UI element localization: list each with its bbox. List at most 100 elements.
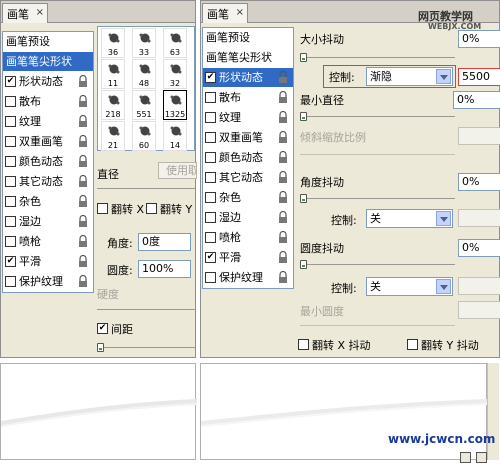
brush-option-row[interactable]: 保护纹理 <box>203 268 293 287</box>
brush-option-row[interactable]: 喷枪 <box>203 228 293 247</box>
brush-tip[interactable]: 36 <box>101 28 125 58</box>
lock-icon[interactable] <box>278 171 288 184</box>
roundness-input[interactable]: 100% <box>138 260 191 278</box>
slider-knob-icon[interactable] <box>300 260 307 269</box>
option-checkbox[interactable] <box>205 172 216 183</box>
option-checkbox[interactable]: ✔ <box>5 76 16 87</box>
flip-x-jitter-checkbox[interactable] <box>298 339 309 350</box>
brush-tip[interactable]: 21 <box>101 121 125 151</box>
lock-icon[interactable] <box>278 251 288 264</box>
brush-option-row[interactable]: 纹理 <box>3 112 93 131</box>
brush-option-row[interactable]: 其它动态 <box>3 172 93 191</box>
brush-tip[interactable]: 33 <box>132 28 156 58</box>
brush-option-row[interactable]: ✔ 形状动态 <box>3 72 93 91</box>
option-checkbox[interactable] <box>5 236 16 247</box>
roundness-jitter-input[interactable]: 0% <box>458 239 500 257</box>
lock-icon[interactable] <box>78 235 88 248</box>
flip-y-checkbox[interactable] <box>146 203 157 214</box>
new-brush-icon[interactable] <box>460 452 471 463</box>
brush-tip[interactable]: 63 <box>163 28 187 58</box>
brush-option-row[interactable]: 湿边 <box>203 208 293 227</box>
roundness-jitter-slider[interactable] <box>300 260 455 269</box>
brush-option-row[interactable]: 纹理 <box>203 108 293 127</box>
option-checkbox[interactable] <box>5 196 16 207</box>
brush-option-row[interactable]: 散布 <box>203 88 293 107</box>
lock-icon[interactable] <box>78 95 88 108</box>
brush-option-row[interactable]: 颜色动态 <box>3 152 93 171</box>
brush-tip[interactable]: 11 <box>101 59 125 89</box>
angle-jitter-input[interactable]: 0% <box>458 173 500 191</box>
lock-icon[interactable] <box>278 231 288 244</box>
lock-icon[interactable] <box>278 191 288 204</box>
option-checkbox[interactable] <box>205 212 216 223</box>
brush-tip[interactable]: 1325 <box>163 90 187 120</box>
option-checkbox[interactable]: ✔ <box>205 252 216 263</box>
angle-input[interactable]: 0度 <box>138 233 191 251</box>
slider-knob-icon[interactable] <box>300 112 307 121</box>
brush-option-row[interactable]: 保护纹理 <box>3 272 93 291</box>
spacing-checkbox[interactable]: ✔ <box>97 323 108 334</box>
chevron-down-icon[interactable] <box>436 211 451 226</box>
brush-option-row[interactable]: 杂色 <box>3 192 93 211</box>
lock-icon[interactable] <box>78 215 88 228</box>
option-checkbox[interactable] <box>205 152 216 163</box>
lock-icon[interactable] <box>78 135 88 148</box>
chevron-down-icon[interactable] <box>436 279 451 294</box>
brush-option-row[interactable]: ✔ 平滑 <box>3 252 93 271</box>
lock-icon[interactable] <box>278 151 288 164</box>
option-checkbox[interactable] <box>205 232 216 243</box>
slider-knob-icon[interactable] <box>300 53 307 62</box>
option-checkbox[interactable] <box>5 156 16 167</box>
option-checkbox[interactable] <box>205 132 216 143</box>
angle-jitter-slider[interactable] <box>300 194 455 203</box>
brush-tip[interactable]: 551 <box>132 90 156 120</box>
option-checkbox[interactable]: ✔ <box>205 72 216 83</box>
fade-steps-input[interactable]: 5500 <box>458 68 500 86</box>
brush-option-row[interactable]: ✔ 形状动态 <box>203 68 293 87</box>
flip-x-checkbox[interactable] <box>97 203 108 214</box>
option-checkbox[interactable] <box>5 176 16 187</box>
close-icon[interactable]: × <box>236 7 244 18</box>
brush-option-row[interactable]: 散布 <box>3 92 93 111</box>
brush-tip[interactable]: 218 <box>101 90 125 120</box>
roundness-control-select[interactable]: 关 <box>366 277 453 296</box>
lock-icon[interactable] <box>78 155 88 168</box>
brush-option-row[interactable]: 杂色 <box>203 188 293 207</box>
brush-option-row[interactable]: ✔ 平滑 <box>203 248 293 267</box>
size-jitter-input[interactable]: 0% <box>458 30 500 48</box>
brush-option-row[interactable]: 其它动态 <box>203 168 293 187</box>
brush-option-row[interactable]: 画笔预设 <box>3 32 93 51</box>
close-icon[interactable]: × <box>36 7 44 18</box>
trash-icon[interactable] <box>476 452 487 463</box>
brush-tip[interactable]: 48 <box>132 59 156 89</box>
option-checkbox[interactable] <box>5 96 16 107</box>
lock-icon[interactable] <box>278 211 288 224</box>
lock-icon[interactable] <box>278 71 288 84</box>
lock-icon[interactable] <box>78 115 88 128</box>
size-jitter-slider[interactable] <box>300 53 455 62</box>
brush-option-row[interactable]: 双重画笔 <box>203 128 293 147</box>
lock-icon[interactable] <box>278 131 288 144</box>
brush-tip[interactable]: 32 <box>163 59 187 89</box>
option-checkbox[interactable] <box>205 192 216 203</box>
slider-knob-icon[interactable] <box>97 343 104 352</box>
option-checkbox[interactable] <box>205 272 216 283</box>
brush-option-row[interactable]: 画笔笔尖形状 <box>203 48 293 67</box>
lock-icon[interactable] <box>78 75 88 88</box>
tab-brushes[interactable]: 画笔 × <box>202 3 248 23</box>
diameter-slider[interactable] <box>97 188 195 189</box>
option-checkbox[interactable] <box>205 92 216 103</box>
brush-option-row[interactable]: 喷枪 <box>3 232 93 251</box>
lock-icon[interactable] <box>278 111 288 124</box>
size-control-select[interactable]: 渐隐 <box>366 67 453 86</box>
lock-icon[interactable] <box>78 175 88 188</box>
brush-option-row[interactable]: 双重画笔 <box>3 132 93 151</box>
angle-control-select[interactable]: 关 <box>366 209 453 228</box>
slider-knob-icon[interactable] <box>300 194 307 203</box>
min-diameter-slider[interactable] <box>300 112 455 121</box>
option-checkbox[interactable]: ✔ <box>5 256 16 267</box>
flip-y-jitter-checkbox[interactable] <box>407 339 418 350</box>
brush-tip[interactable]: 60 <box>132 121 156 151</box>
option-checkbox[interactable] <box>5 276 16 287</box>
lock-icon[interactable] <box>278 271 288 284</box>
